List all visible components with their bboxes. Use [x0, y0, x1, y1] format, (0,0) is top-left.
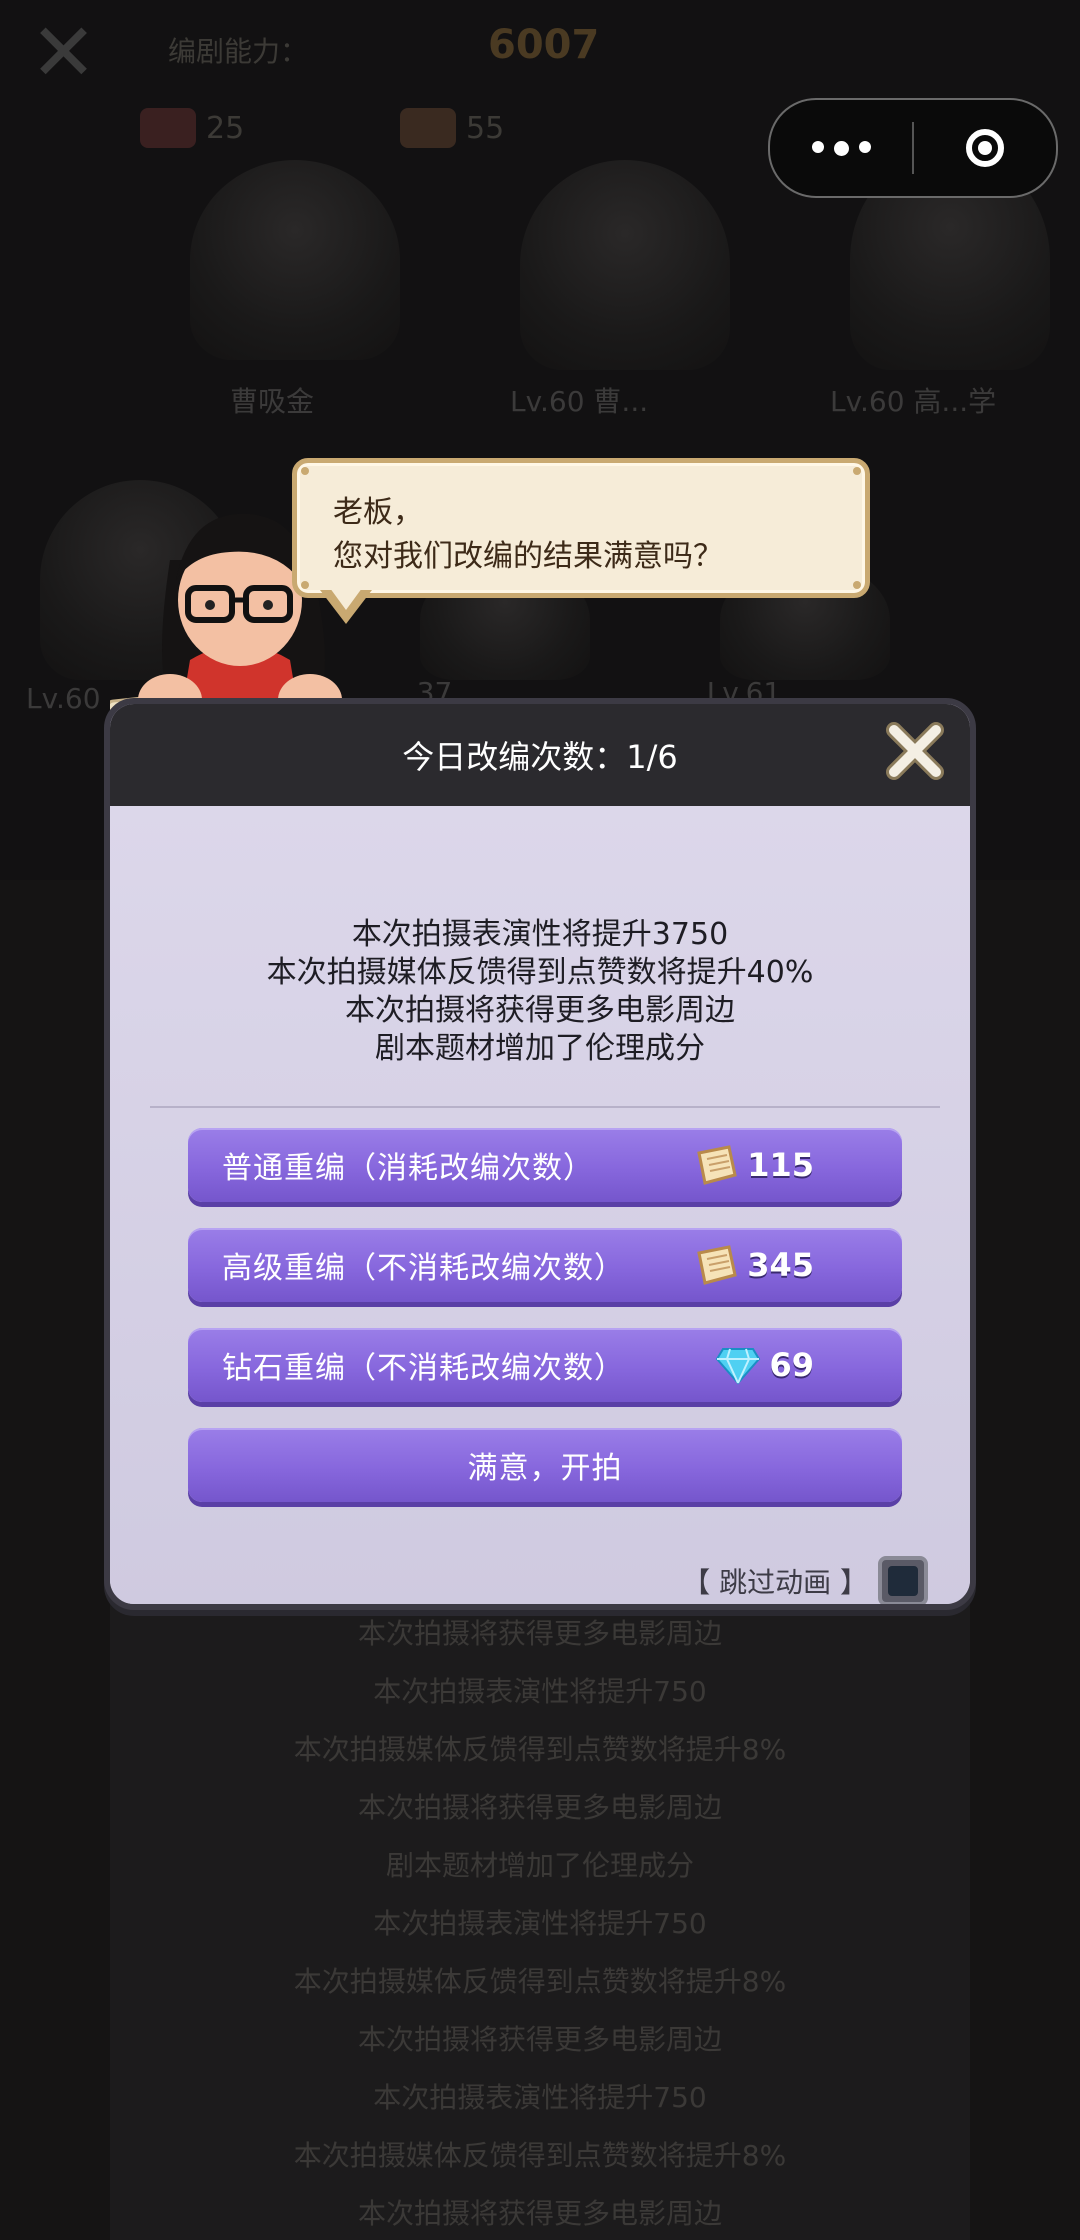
confirm-start-shooting-button[interactable]: 满意，开拍 [188, 1428, 902, 1502]
background-level-label: 曹吸金 [230, 385, 315, 418]
background-character [190, 160, 400, 360]
background-log-line: 本次拍摄媒体反馈得到点赞数将提升8% [293, 2139, 787, 2172]
effect-line: 剧本题材增加了伦理成分 [375, 1031, 705, 1066]
background-log-line: 本次拍摄将获得更多电影周边 [357, 1791, 722, 1824]
close-icon [886, 722, 944, 780]
effect-line: 本次拍摄表演性将提升3750 [351, 917, 729, 952]
target-circle-icon [966, 129, 1004, 167]
speech-line-1: 老板， [333, 495, 423, 530]
background-ability-value: 6007 [488, 22, 600, 68]
stat-2-value: 55 [466, 110, 505, 146]
dialog-body: 本次拍摄表演性将提升3750 本次拍摄媒体反馈得到点赞数将提升40% 本次拍摄将… [110, 806, 970, 1604]
script-scroll-icon [697, 1245, 737, 1285]
normal-rewrite-button[interactable]: 普通重编（消耗改编次数） 115 [188, 1128, 902, 1202]
advanced-rewrite-label: 高级重编（不消耗改编次数） [222, 1251, 625, 1286]
skip-animation-checkbox[interactable] [878, 1556, 928, 1604]
diamond-rewrite-label: 钻石重编（不消耗改编次数） [222, 1351, 625, 1386]
advanced-rewrite-button[interactable]: 高级重编（不消耗改编次数） 345 [188, 1228, 902, 1302]
diamond-icon [716, 1348, 761, 1385]
speech-line-2: 您对我们改编的结果满意吗？ [333, 539, 723, 574]
mini-program-capsule [768, 98, 1058, 198]
speech-bubble-tail [320, 584, 372, 624]
background-log-line: 本次拍摄将获得更多电影周边 [357, 1617, 722, 1650]
effect-line: 本次拍摄媒体反馈得到点赞数将提升40% [266, 955, 814, 990]
background-level-label: Lv.60 高...学 [830, 385, 997, 418]
dialog-title: 今日改编次数：1/6 [402, 738, 678, 776]
advanced-rewrite-cost: 345 [695, 1245, 814, 1285]
skip-animation-label: 【 跳过动画 】 [682, 1566, 868, 1599]
diamond-rewrite-cost-value: 69 [769, 1346, 814, 1384]
rewrite-effects: 本次拍摄表演性将提升3750 本次拍摄媒体反馈得到点赞数将提升40% 本次拍摄将… [110, 916, 970, 1068]
effect-line: 本次拍摄将获得更多电影周边 [345, 993, 735, 1028]
background-log-line: 本次拍摄表演性将提升750 [373, 2081, 707, 2114]
background-character [520, 160, 730, 370]
effects-divider [150, 1106, 940, 1108]
background-log-line: 本次拍摄将获得更多电影周边 [357, 2197, 722, 2230]
stat-1-icon [140, 108, 196, 148]
background-log-line: 本次拍摄表演性将提升750 [373, 1675, 707, 1708]
background-stat-2: 55 [400, 108, 504, 148]
background-close-icon: ✕ [30, 6, 98, 99]
background-log-line: 本次拍摄表演性将提升750 [373, 1907, 707, 1940]
background-stat-1: 25 [140, 108, 244, 148]
skip-animation-row: 【 跳过动画 】 [682, 1556, 928, 1604]
background-log-line: 剧本题材增加了伦理成分 [385, 1849, 694, 1882]
rewrite-dialog: 今日改编次数：1/6 本次拍摄表演性将提升3750 本次拍摄媒体反馈得到点赞数将… [104, 698, 976, 1610]
exit-mini-program-button[interactable] [914, 100, 1056, 196]
checkbox-inner [888, 1566, 918, 1596]
stat-2-icon [400, 108, 456, 148]
confirm-start-shooting-label: 满意，开拍 [467, 1451, 623, 1486]
background-log-line: 本次拍摄将获得更多电影周边 [357, 2023, 722, 2056]
speech-bubble: 老板， 您对我们改编的结果满意吗？ [292, 458, 870, 598]
background-log-line: 本次拍摄媒体反馈得到点赞数将提升8% [293, 1733, 787, 1766]
stat-1-value: 25 [206, 110, 245, 146]
normal-rewrite-label: 普通重编（消耗改编次数） [222, 1151, 594, 1186]
script-scroll-icon [697, 1145, 737, 1185]
background-level-label: Lv.60 曹... [510, 385, 649, 418]
more-dots-icon [811, 140, 871, 156]
normal-rewrite-cost: 115 [695, 1145, 814, 1185]
diamond-rewrite-cost: 69 [715, 1345, 814, 1385]
dialog-header: 今日改编次数：1/6 [110, 704, 970, 809]
background-log-line: 本次拍摄媒体反馈得到点赞数将提升8% [293, 1965, 787, 1998]
advanced-rewrite-cost-value: 345 [747, 1246, 814, 1284]
more-menu-button[interactable] [770, 100, 912, 196]
close-button[interactable] [882, 718, 948, 784]
diamond-rewrite-button[interactable]: 钻石重编（不消耗改编次数） 69 [188, 1328, 902, 1402]
normal-rewrite-cost-value: 115 [747, 1146, 814, 1184]
background-ability-label: 编剧能力： [168, 35, 309, 68]
background-level-label: Lv.60 [26, 682, 101, 715]
